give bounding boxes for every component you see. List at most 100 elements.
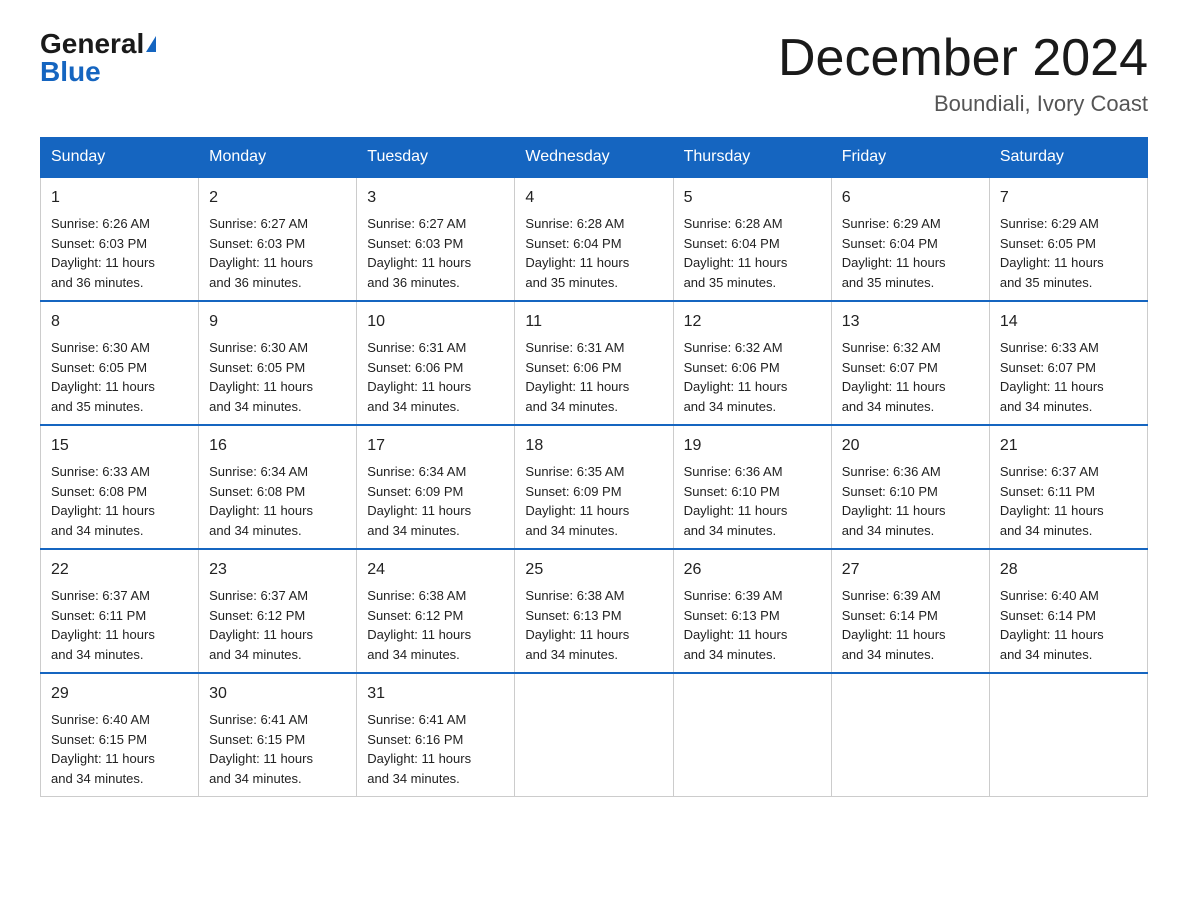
sunset-line: Sunset: 6:13 PM [684, 608, 780, 623]
sunset-line: Sunset: 6:05 PM [51, 360, 147, 375]
daylight-line: Daylight: 11 hours [51, 255, 155, 270]
sunrise-line: Sunrise: 6:41 AM [367, 712, 466, 727]
calendar-day-cell: 17 Sunrise: 6:34 AM Sunset: 6:09 PM Dayl… [357, 425, 515, 549]
calendar-day-cell: 28 Sunrise: 6:40 AM Sunset: 6:14 PM Dayl… [989, 549, 1147, 673]
sunset-line: Sunset: 6:13 PM [525, 608, 621, 623]
daylight-cont: and 34 minutes. [367, 771, 460, 786]
calendar-day-cell: 23 Sunrise: 6:37 AM Sunset: 6:12 PM Dayl… [199, 549, 357, 673]
daylight-line: Daylight: 11 hours [525, 503, 629, 518]
day-of-week-header: Thursday [673, 138, 831, 178]
sunrise-line: Sunrise: 6:28 AM [525, 216, 624, 231]
daylight-cont: and 34 minutes. [684, 399, 777, 414]
daylight-line: Daylight: 11 hours [1000, 379, 1104, 394]
daylight-cont: and 34 minutes. [842, 523, 935, 538]
day-number: 21 [1000, 434, 1137, 458]
sunrise-line: Sunrise: 6:36 AM [842, 464, 941, 479]
sunset-line: Sunset: 6:11 PM [1000, 484, 1095, 499]
day-header-row: SundayMondayTuesdayWednesdayThursdayFrid… [41, 138, 1148, 178]
sunset-line: Sunset: 6:04 PM [842, 236, 938, 251]
calendar-day-cell: 21 Sunrise: 6:37 AM Sunset: 6:11 PM Dayl… [989, 425, 1147, 549]
daylight-cont: and 34 minutes. [209, 399, 302, 414]
daylight-line: Daylight: 11 hours [367, 627, 471, 642]
calendar-day-cell: 27 Sunrise: 6:39 AM Sunset: 6:14 PM Dayl… [831, 549, 989, 673]
logo: General Blue [40, 30, 156, 86]
day-number: 13 [842, 310, 979, 334]
daylight-line: Daylight: 11 hours [1000, 627, 1104, 642]
daylight-cont: and 34 minutes. [367, 647, 460, 662]
daylight-cont: and 34 minutes. [1000, 399, 1093, 414]
daylight-line: Daylight: 11 hours [367, 503, 471, 518]
day-number: 7 [1000, 186, 1137, 210]
calendar-day-cell: 22 Sunrise: 6:37 AM Sunset: 6:11 PM Dayl… [41, 549, 199, 673]
sunrise-line: Sunrise: 6:39 AM [842, 588, 941, 603]
day-number: 24 [367, 558, 504, 582]
calendar-day-cell: 30 Sunrise: 6:41 AM Sunset: 6:15 PM Dayl… [199, 673, 357, 797]
daylight-line: Daylight: 11 hours [209, 627, 313, 642]
daylight-line: Daylight: 11 hours [525, 627, 629, 642]
calendar-day-cell: 16 Sunrise: 6:34 AM Sunset: 6:08 PM Dayl… [199, 425, 357, 549]
daylight-cont: and 36 minutes. [367, 275, 460, 290]
day-number: 3 [367, 186, 504, 210]
day-number: 19 [684, 434, 821, 458]
daylight-cont: and 35 minutes. [525, 275, 618, 290]
day-number: 18 [525, 434, 662, 458]
sunset-line: Sunset: 6:06 PM [525, 360, 621, 375]
daylight-line: Daylight: 11 hours [209, 255, 313, 270]
sunrise-line: Sunrise: 6:27 AM [209, 216, 308, 231]
daylight-cont: and 34 minutes. [1000, 647, 1093, 662]
daylight-cont: and 34 minutes. [684, 647, 777, 662]
day-of-week-header: Tuesday [357, 138, 515, 178]
sunset-line: Sunset: 6:11 PM [51, 608, 146, 623]
calendar-week-row: 22 Sunrise: 6:37 AM Sunset: 6:11 PM Dayl… [41, 549, 1148, 673]
calendar-day-cell: 13 Sunrise: 6:32 AM Sunset: 6:07 PM Dayl… [831, 301, 989, 425]
sunset-line: Sunset: 6:03 PM [209, 236, 305, 251]
sunrise-line: Sunrise: 6:35 AM [525, 464, 624, 479]
daylight-cont: and 34 minutes. [367, 523, 460, 538]
calendar-day-cell: 7 Sunrise: 6:29 AM Sunset: 6:05 PM Dayli… [989, 177, 1147, 301]
sunset-line: Sunset: 6:14 PM [842, 608, 938, 623]
sunset-line: Sunset: 6:15 PM [209, 732, 305, 747]
sunset-line: Sunset: 6:06 PM [367, 360, 463, 375]
calendar-day-cell: 24 Sunrise: 6:38 AM Sunset: 6:12 PM Dayl… [357, 549, 515, 673]
day-number: 29 [51, 682, 188, 706]
daylight-cont: and 34 minutes. [1000, 523, 1093, 538]
calendar-day-cell: 29 Sunrise: 6:40 AM Sunset: 6:15 PM Dayl… [41, 673, 199, 797]
calendar-day-cell: 19 Sunrise: 6:36 AM Sunset: 6:10 PM Dayl… [673, 425, 831, 549]
sunset-line: Sunset: 6:03 PM [51, 236, 147, 251]
daylight-line: Daylight: 11 hours [1000, 255, 1104, 270]
day-number: 12 [684, 310, 821, 334]
calendar-body: 1 Sunrise: 6:26 AM Sunset: 6:03 PM Dayli… [41, 177, 1148, 797]
sunset-line: Sunset: 6:07 PM [1000, 360, 1096, 375]
calendar-week-row: 1 Sunrise: 6:26 AM Sunset: 6:03 PM Dayli… [41, 177, 1148, 301]
calendar-day-cell: 31 Sunrise: 6:41 AM Sunset: 6:16 PM Dayl… [357, 673, 515, 797]
sunset-line: Sunset: 6:15 PM [51, 732, 147, 747]
sunset-line: Sunset: 6:03 PM [367, 236, 463, 251]
sunrise-line: Sunrise: 6:39 AM [684, 588, 783, 603]
sunrise-line: Sunrise: 6:40 AM [1000, 588, 1099, 603]
calendar-day-cell: 18 Sunrise: 6:35 AM Sunset: 6:09 PM Dayl… [515, 425, 673, 549]
sunrise-line: Sunrise: 6:32 AM [684, 340, 783, 355]
daylight-cont: and 34 minutes. [842, 399, 935, 414]
page-header: General Blue December 2024 Boundiali, Iv… [40, 30, 1148, 117]
daylight-cont: and 34 minutes. [842, 647, 935, 662]
sunset-line: Sunset: 6:09 PM [525, 484, 621, 499]
calendar-day-cell: 26 Sunrise: 6:39 AM Sunset: 6:13 PM Dayl… [673, 549, 831, 673]
calendar-day-cell [673, 673, 831, 797]
calendar-day-cell: 4 Sunrise: 6:28 AM Sunset: 6:04 PM Dayli… [515, 177, 673, 301]
daylight-cont: and 35 minutes. [684, 275, 777, 290]
sunrise-line: Sunrise: 6:37 AM [51, 588, 150, 603]
calendar-day-cell: 10 Sunrise: 6:31 AM Sunset: 6:06 PM Dayl… [357, 301, 515, 425]
daylight-cont: and 35 minutes. [842, 275, 935, 290]
sunrise-line: Sunrise: 6:27 AM [367, 216, 466, 231]
calendar-day-cell: 1 Sunrise: 6:26 AM Sunset: 6:03 PM Dayli… [41, 177, 199, 301]
daylight-line: Daylight: 11 hours [525, 255, 629, 270]
day-number: 11 [525, 310, 662, 334]
calendar-table: SundayMondayTuesdayWednesdayThursdayFrid… [40, 137, 1148, 797]
sunrise-line: Sunrise: 6:31 AM [367, 340, 466, 355]
daylight-line: Daylight: 11 hours [209, 751, 313, 766]
day-number: 26 [684, 558, 821, 582]
calendar-day-cell [831, 673, 989, 797]
calendar-week-row: 15 Sunrise: 6:33 AM Sunset: 6:08 PM Dayl… [41, 425, 1148, 549]
sunrise-line: Sunrise: 6:37 AM [1000, 464, 1099, 479]
daylight-cont: and 34 minutes. [209, 771, 302, 786]
